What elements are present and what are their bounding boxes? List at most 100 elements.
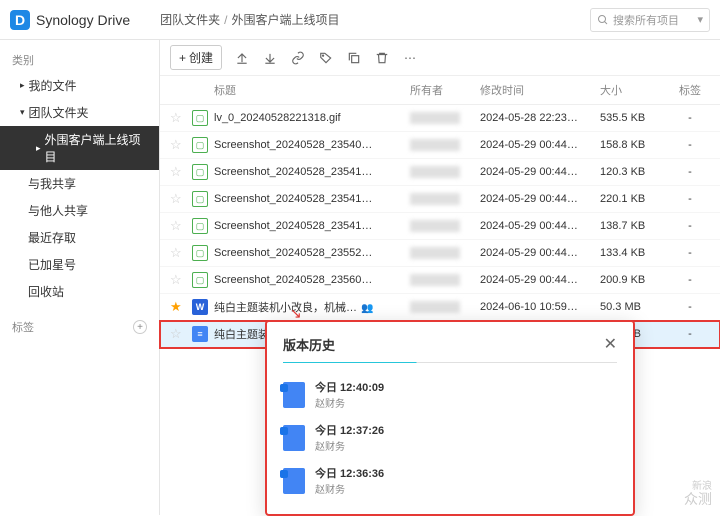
- version-item[interactable]: 今日 12:40:09赵财务: [283, 373, 617, 416]
- file-time: 2024-06-10 10:59…: [480, 301, 600, 313]
- logo-icon: D: [10, 10, 30, 30]
- table-row[interactable]: ☆▢Screenshot_20240528_23541…2024-05-29 0…: [160, 213, 720, 240]
- shared-icon: 👥: [361, 303, 373, 314]
- file-owner: [410, 139, 480, 151]
- file-tag: -: [670, 166, 710, 178]
- app-name: Synology Drive: [36, 12, 130, 28]
- version-time: 今日 12:36:36: [315, 465, 384, 481]
- popup-title: 版本历史: [283, 335, 335, 354]
- document-icon: [283, 382, 305, 408]
- file-time: 2024-05-29 00:44…: [480, 220, 600, 232]
- chevron-down-icon: ▾: [20, 107, 25, 118]
- file-icon: ▢: [192, 164, 208, 180]
- link-icon[interactable]: [290, 50, 306, 66]
- file-tag: -: [670, 274, 710, 286]
- file-owner: [410, 247, 480, 259]
- col-name[interactable]: 标题: [214, 82, 410, 98]
- file-name: Screenshot_20240528_23541…: [214, 166, 410, 178]
- file-icon: ▢: [192, 110, 208, 126]
- file-size: 138.7 KB: [600, 220, 670, 232]
- file-tag: -: [670, 328, 710, 340]
- file-size: 220.1 KB: [600, 193, 670, 205]
- version-time: 今日 12:40:09: [315, 379, 384, 395]
- file-size: 120.3 KB: [600, 166, 670, 178]
- file-owner: [410, 274, 480, 286]
- close-icon[interactable]: ✕: [604, 334, 617, 354]
- table-row[interactable]: ☆▢Screenshot_20240528_23552…2024-05-29 0…: [160, 240, 720, 267]
- table-row[interactable]: ☆▢Screenshot_20240528_23540…2024-05-29 0…: [160, 132, 720, 159]
- file-tag: -: [670, 139, 710, 151]
- star-icon[interactable]: ☆: [170, 218, 182, 233]
- app-logo[interactable]: D Synology Drive: [10, 10, 130, 30]
- star-icon[interactable]: ☆: [170, 272, 182, 287]
- star-icon[interactable]: ☆: [170, 164, 182, 179]
- file-icon: ▢: [192, 137, 208, 153]
- file-name: Screenshot_20240528_23552…: [214, 247, 410, 259]
- file-size: 535.5 KB: [600, 112, 670, 124]
- upload-icon[interactable]: [234, 50, 250, 66]
- breadcrumb-sep: /: [224, 13, 227, 27]
- search-input[interactable]: 搜索所有项目 ▾: [590, 8, 710, 32]
- star-icon[interactable]: ☆: [170, 110, 182, 125]
- file-owner: [410, 193, 480, 205]
- star-icon[interactable]: ☆: [170, 191, 182, 206]
- file-time: 2024-05-28 22:23…: [480, 112, 600, 124]
- star-icon[interactable]: ★: [170, 299, 182, 314]
- sidebar-item-sharedwithme[interactable]: 与我共享: [0, 170, 159, 197]
- file-tag: -: [670, 112, 710, 124]
- table-row[interactable]: ☆ ▢ Screenshot_20240528_23541… 2024-05-29 0…: [160, 159, 720, 186]
- file-tag: -: [670, 247, 710, 259]
- breadcrumb-root[interactable]: 团队文件夹: [160, 11, 220, 28]
- file-icon: ≡: [192, 326, 208, 342]
- file-name: Screenshot_20240528_23560…: [214, 274, 410, 286]
- version-item[interactable]: 今日 12:36:36赵财务: [283, 459, 617, 502]
- trash-icon[interactable]: [374, 50, 390, 66]
- file-owner: [410, 301, 480, 313]
- file-owner: [410, 112, 480, 124]
- sidebar-item-trash[interactable]: 回收站: [0, 278, 159, 305]
- file-size: 158.8 KB: [600, 139, 670, 151]
- sidebar-item-starred[interactable]: 已加星号: [0, 251, 159, 278]
- sidebar-section-tag: 标签 +: [0, 315, 159, 339]
- star-icon[interactable]: ☆: [170, 326, 182, 341]
- divider: [283, 362, 617, 363]
- col-time[interactable]: 修改时间: [480, 82, 600, 98]
- file-name: Screenshot_20240528_23541…: [214, 220, 410, 232]
- file-time: 2024-05-29 00:44…: [480, 166, 600, 178]
- table-row[interactable]: ★W纯白主题装机小改良，机械…👥2024-06-10 10:59…50.3 MB…: [160, 294, 720, 321]
- file-owner: [410, 166, 480, 178]
- sidebar-item-teamfolder[interactable]: ▾团队文件夹: [0, 99, 159, 126]
- table-header: 标题 所有者 修改时间 大小 标签: [160, 76, 720, 105]
- file-icon: W: [192, 299, 208, 315]
- tag-icon[interactable]: [318, 50, 334, 66]
- chevron-down-icon: ▾: [697, 13, 703, 26]
- col-tag[interactable]: 标签: [670, 82, 710, 98]
- more-icon[interactable]: ⋯: [402, 50, 418, 66]
- sidebar-item-recent[interactable]: 最近存取: [0, 224, 159, 251]
- sidebar-section-category: 类别: [0, 48, 159, 72]
- col-size[interactable]: 大小: [600, 82, 670, 98]
- table-row[interactable]: ☆▢Screenshot_20240528_23541…2024-05-29 0…: [160, 186, 720, 213]
- version-user: 赵财务: [315, 481, 384, 496]
- sidebar-item-myfiles[interactable]: ▸我的文件: [0, 72, 159, 99]
- table-row[interactable]: ☆▢lv_0_20240528221318.gif2024-05-28 22:2…: [160, 105, 720, 132]
- breadcrumb-current[interactable]: 外围客户端上线项目: [232, 11, 340, 28]
- sidebar-item-project[interactable]: ▸外围客户端上线项目: [0, 126, 159, 170]
- star-icon[interactable]: ☆: [170, 137, 182, 152]
- copy-icon[interactable]: [346, 50, 362, 66]
- search-icon: [597, 14, 609, 26]
- file-time: 2024-05-29 00:44…: [480, 193, 600, 205]
- star-icon[interactable]: ☆: [170, 245, 182, 260]
- document-icon: [283, 468, 305, 494]
- add-tag-icon[interactable]: +: [133, 320, 147, 334]
- col-owner[interactable]: 所有者: [410, 82, 480, 98]
- create-button[interactable]: +创建: [170, 45, 222, 70]
- table-row[interactable]: ☆▢Screenshot_20240528_23560…2024-05-29 0…: [160, 267, 720, 294]
- sidebar-item-sharedbyothers[interactable]: 与他人共享: [0, 197, 159, 224]
- version-item[interactable]: 今日 12:37:26赵财务: [283, 416, 617, 459]
- file-size: 133.4 KB: [600, 247, 670, 259]
- file-owner: [410, 220, 480, 232]
- version-user: 赵财务: [315, 395, 384, 410]
- file-icon: ▢: [192, 272, 208, 288]
- download-icon[interactable]: [262, 50, 278, 66]
